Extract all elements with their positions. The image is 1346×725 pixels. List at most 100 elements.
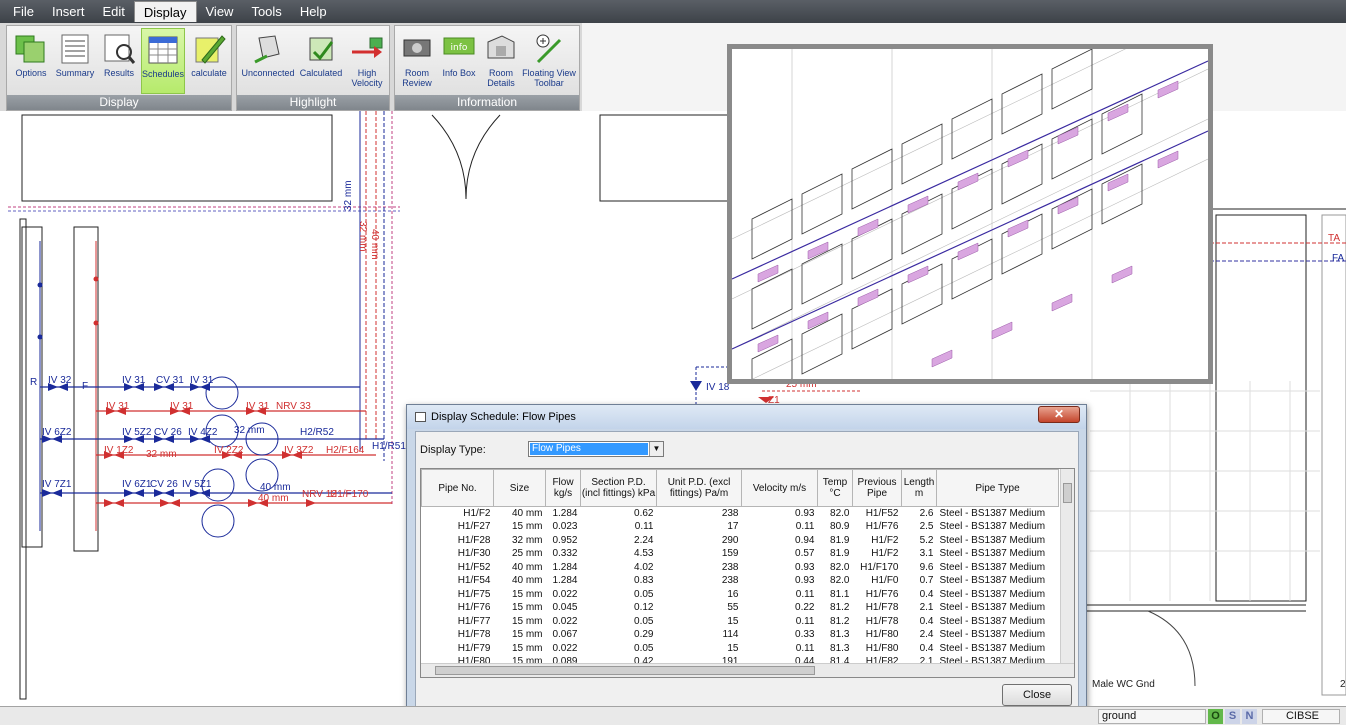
3d-view-canvas[interactable] — [732, 49, 1208, 379]
vertical-scrollbar[interactable] — [1060, 469, 1074, 664]
options-button[interactable]: Options — [9, 28, 53, 94]
table-cell: 0.7 — [919, 575, 934, 587]
column-header[interactable]: Previous Pipe — [852, 469, 902, 507]
horizontal-scrollbar[interactable] — [421, 663, 1074, 677]
drawing-label: IV 2Z2 — [214, 445, 244, 456]
table-cell: H1/F0 — [871, 575, 899, 587]
table-cell: 0.93 — [795, 508, 815, 519]
calculate-button[interactable]: calculate — [187, 28, 231, 94]
results-icon — [104, 34, 136, 64]
3d-view-panel[interactable] — [727, 44, 1213, 384]
table-row[interactable]: H1/F76 15 mm 0.045 0.12 55 0.22 81.2 H1/F78 2.1 S… — [422, 601, 1059, 615]
table-cell: 81.2 — [830, 602, 850, 614]
ribbon-group-highlight: Unconnected Calculated High Velocity Hig… — [236, 25, 390, 111]
column-header[interactable]: Unit P.D. (excl fittings) Pa/m — [656, 469, 742, 507]
scroll-thumb[interactable] — [1063, 483, 1072, 503]
summary-button[interactable]: Summary — [53, 28, 97, 94]
table-cell: 15 mm — [511, 588, 543, 600]
column-header[interactable]: Velocity m/s — [741, 469, 818, 507]
table-cell: 82.0 — [830, 575, 850, 587]
close-icon[interactable]: ✕ — [1038, 406, 1080, 423]
menu-display[interactable]: Display — [133, 1, 197, 22]
table-row[interactable]: H1/F77 15 mm 0.022 0.05 15 0.11 81.2 H1/F78 0.4 S… — [422, 615, 1059, 629]
column-header[interactable]: Flow kg/s — [545, 469, 581, 507]
table-row[interactable]: H1/F78 15 mm 0.067 0.29 114 0.33 81.3 H1/F80 2.4… — [422, 628, 1059, 642]
table-cell: H1/F28 — [457, 534, 491, 546]
table-row[interactable]: H1/F2 40 mm 1.284 0.62 238 0.93 82.0 H1/F52 2.6 S… — [422, 507, 1059, 521]
table-row[interactable]: H1/F54 40 mm 1.284 0.83 238 0.93 82.0 H1/F0 0.7 S… — [422, 574, 1059, 588]
column-header[interactable]: Section P.D. (incl fittings) kPa — [580, 469, 657, 507]
table-cell: 0.022 — [552, 642, 578, 654]
room-details-button[interactable]: Room Details — [479, 28, 523, 94]
table-cell: H1/F2 — [871, 534, 899, 546]
menu-file[interactable]: File — [4, 1, 43, 22]
scroll-thumb[interactable] — [435, 666, 815, 675]
drawing-label: H2/R52 — [300, 427, 334, 438]
dialog-title-bar[interactable]: Display Schedule: Flow Pipes ✕ — [407, 405, 1086, 429]
menu-insert[interactable]: Insert — [43, 1, 94, 22]
table-cell: 81.3 — [830, 629, 850, 641]
table-cell: H1/F77 — [457, 615, 491, 627]
table-row[interactable]: H1/F28 32 mm 0.952 2.24 290 0.94 81.9 H1/F2 5.2 S… — [422, 534, 1059, 548]
column-header[interactable]: Size — [493, 469, 546, 507]
table-cell: 15 — [727, 642, 739, 654]
floating-view-toolbar-button[interactable]: Floating View Toolbar — [521, 28, 577, 94]
snap-toggle[interactable]: S — [1225, 709, 1240, 724]
column-header[interactable]: Length m — [901, 469, 937, 507]
table-cell: 40 mm — [511, 561, 543, 573]
column-header[interactable]: Temp °C — [817, 469, 853, 507]
close-button[interactable]: Close — [1002, 684, 1072, 706]
display-type-label: Display Type: — [420, 444, 486, 456]
table-cell: 1.284 — [552, 561, 578, 573]
table-row[interactable]: H1/F30 25 mm 0.332 4.53 159 0.57 81.9 H1/F2 3.1 S… — [422, 547, 1059, 561]
display-type-select[interactable]: Flow Pipes ▼ — [528, 441, 664, 457]
table-row[interactable]: H1/F75 15 mm 0.022 0.05 16 0.11 81.1 H1/F76 0.4 S… — [422, 588, 1059, 602]
schedules-button[interactable]: Schedules — [141, 28, 185, 94]
info-box-button[interactable]: info Info Box — [437, 28, 481, 94]
table-cell: 0.023 — [552, 521, 578, 533]
drawing-label: 32 mm — [146, 449, 177, 460]
ribbon-group-label: Information — [395, 95, 579, 110]
schedule-table: Pipe No. Size Flow kg/s Section P.D. (incl … — [420, 468, 1075, 678]
table-cell: 238 — [721, 508, 739, 519]
menu-view[interactable]: View — [197, 1, 243, 22]
calculated-button[interactable]: Calculated — [299, 28, 343, 94]
results-button[interactable]: Results — [97, 28, 141, 94]
chevron-down-icon[interactable]: ▼ — [649, 442, 663, 456]
drawing-label: 32 mm — [357, 221, 368, 252]
menu-edit[interactable]: Edit — [93, 1, 133, 22]
table-cell: 81.9 — [830, 534, 850, 546]
ribbon-group-label: Highlight — [237, 95, 389, 110]
room-label: Male WC Gnd — [1092, 679, 1155, 690]
unconnected-button[interactable]: Unconnected — [241, 28, 295, 94]
menu-tools[interactable]: Tools — [242, 1, 290, 22]
room-review-icon — [403, 39, 431, 57]
layer-field[interactable]: ground — [1098, 709, 1206, 724]
menu-bar: File Insert Edit Display View Tools Help — [0, 0, 1346, 23]
table-cell: 81.2 — [830, 615, 850, 627]
drawing-label: NRV 33 — [276, 401, 311, 412]
calculate-icon — [195, 35, 226, 64]
table-cell: 2.5 — [919, 521, 934, 533]
table-cell: 2.24 — [634, 534, 654, 546]
ortho-toggle[interactable]: O — [1208, 709, 1223, 724]
options-icon — [15, 35, 45, 63]
table-cell: H1/F76 — [865, 521, 899, 533]
column-header[interactable]: Pipe Type — [936, 469, 1059, 507]
table-cell: 0.93 — [795, 575, 815, 587]
table-cell: 0.067 — [552, 629, 578, 641]
table-cell: Steel - BS1387 Medium — [939, 588, 1046, 600]
column-header[interactable]: Pipe No. — [421, 469, 494, 507]
table-cell: 2.6 — [919, 508, 934, 519]
north-toggle[interactable]: N — [1242, 709, 1257, 724]
table-cell: 0.045 — [552, 602, 578, 614]
room-review-button[interactable]: Room Review — [395, 28, 439, 94]
table-cell: 0.05 — [634, 588, 654, 600]
table-row[interactable]: H1/F79 15 mm 0.022 0.05 15 0.11 81.3 H1/F80 0.4 S… — [422, 642, 1059, 656]
table-cell: Steel - BS1387 Medium — [939, 615, 1046, 627]
table-cell: 0.33 — [795, 629, 815, 641]
menu-help[interactable]: Help — [291, 1, 336, 22]
high-velocity-button[interactable]: High Velocity — [345, 28, 389, 94]
table-row[interactable]: H1/F27 15 mm 0.023 0.11 17 0.11 80.9 H1/F76 2.5 S… — [422, 520, 1059, 534]
table-row[interactable]: H1/F52 40 mm 1.284 4.02 238 0.93 82.0 H1/F170 9.… — [422, 561, 1059, 575]
